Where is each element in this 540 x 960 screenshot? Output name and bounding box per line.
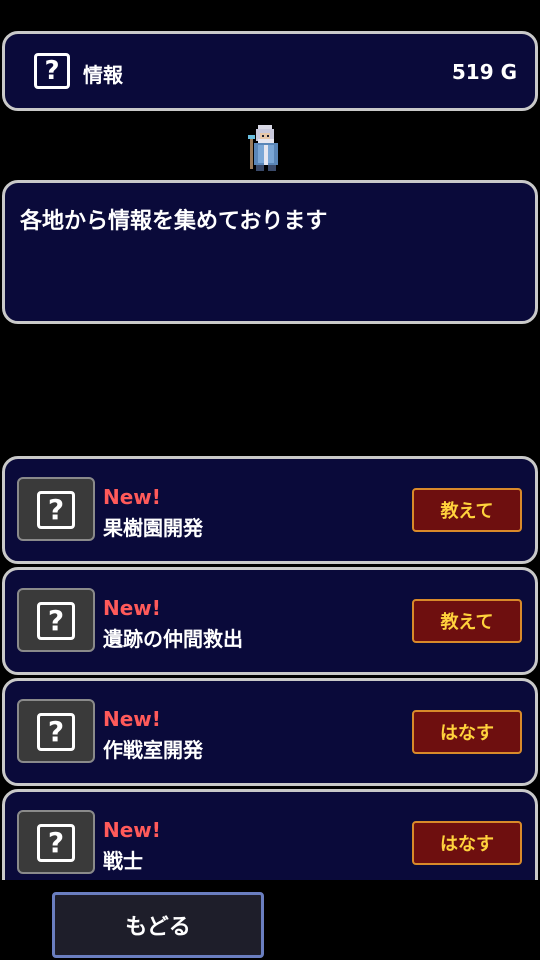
question-mark-icon: ? <box>37 602 75 640</box>
talk-button[interactable]: はなす <box>412 710 522 754</box>
info-list[interactable]: ? New! 果樹園開発 教えて ? New! 遺跡の仲間救出 教えて ? Ne… <box>0 456 540 880</box>
item-thumbnail: ? <box>17 477 95 541</box>
sage-sprite-icon <box>248 125 278 171</box>
question-mark-icon: ? <box>37 824 75 862</box>
info-header: ? 情報 519 G <box>2 31 538 111</box>
item-title: 戦士 <box>103 849 143 873</box>
question-mark-icon: ? <box>34 53 70 89</box>
item-thumbnail: ? <box>17 588 95 652</box>
list-item[interactable]: ? New! 果樹園開発 教えて <box>2 456 538 564</box>
new-badge: New! <box>103 707 161 731</box>
new-badge: New! <box>103 596 161 620</box>
back-button[interactable]: もどる <box>52 892 264 958</box>
teach-button[interactable]: 教えて <box>412 488 522 532</box>
item-thumbnail: ? <box>17 810 95 874</box>
talk-button[interactable]: はなす <box>412 821 522 865</box>
list-item[interactable]: ? New! 遺跡の仲間救出 教えて <box>2 567 538 675</box>
question-mark-icon: ? <box>37 713 75 751</box>
teach-button[interactable]: 教えて <box>412 599 522 643</box>
page-title: 情報 <box>83 63 123 87</box>
item-thumbnail: ? <box>17 699 95 763</box>
dialog-text: 各地から情報を集めております <box>20 209 328 234</box>
new-badge: New! <box>103 485 161 509</box>
item-title: 果樹園開発 <box>103 516 203 540</box>
item-title: 作戦室開発 <box>103 738 203 762</box>
question-mark-icon: ? <box>37 491 75 529</box>
list-item[interactable]: ? New! 作戦室開発 はなす <box>2 678 538 786</box>
item-title: 遺跡の仲間救出 <box>103 627 243 651</box>
list-item[interactable]: ? New! 戦士 はなす <box>2 789 538 880</box>
npc-dialog-box: 各地から情報を集めております <box>2 180 538 324</box>
new-badge: New! <box>103 818 161 842</box>
gold-counter: 519 G <box>451 60 517 84</box>
